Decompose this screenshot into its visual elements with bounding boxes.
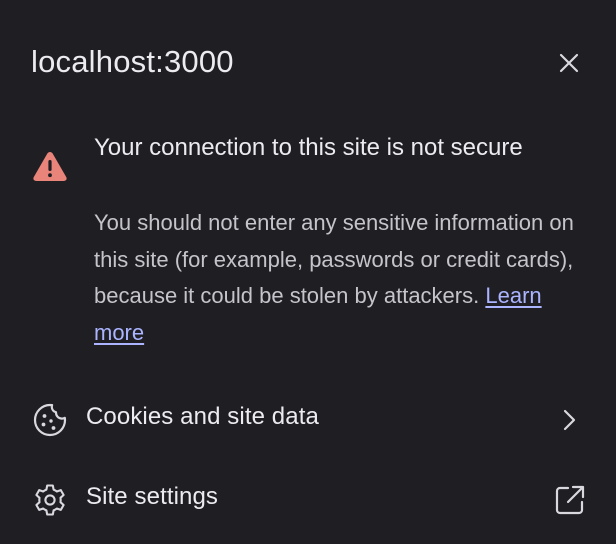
site-settings-label: Site settings [86,483,219,510]
cookie-icon [33,403,67,437]
gear-icon [35,484,65,516]
security-warning-title: Your connection to this site is not secu… [94,134,523,161]
site-origin-title: localhost:3000 [31,44,234,79]
chevron-right-icon [563,409,576,431]
security-warning-description: You should not enter any sensitive infor… [94,205,574,351]
close-button[interactable] [552,46,586,80]
cookies-and-site-data-row[interactable]: Cookies and site data [0,389,616,449]
site-info-popup: localhost:3000 Your connection to this s… [0,0,616,544]
cookies-and-site-data-label: Cookies and site data [86,403,319,430]
site-settings-row[interactable]: Site settings [0,469,616,529]
warning-icon [33,152,67,181]
close-icon [559,53,579,73]
external-link-icon [555,485,585,515]
